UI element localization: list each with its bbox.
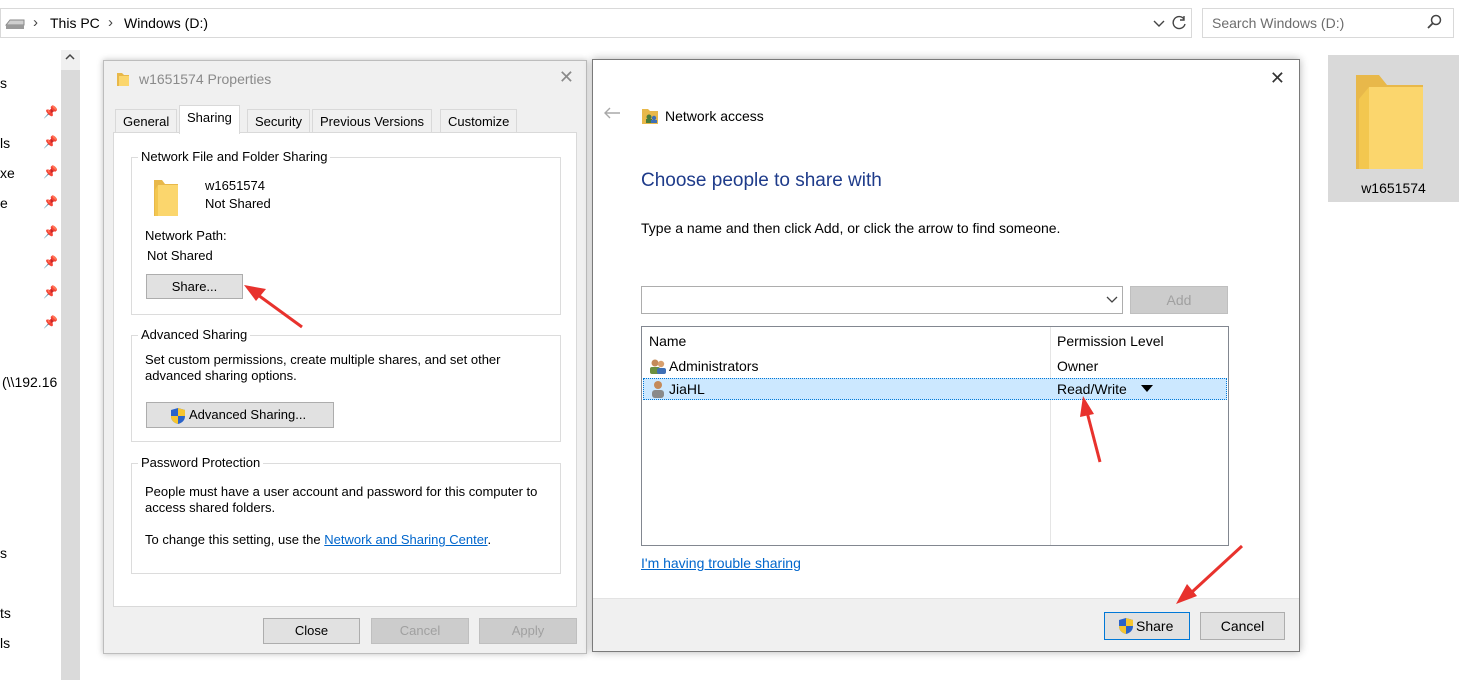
network-path-value: Not Shared (147, 248, 213, 263)
folder-name: w1651574 (205, 178, 265, 193)
breadcrumb-chevron-icon[interactable]: › (108, 8, 113, 38)
change-setting-prefix: To change this setting, use the (145, 532, 325, 547)
tab-sharing[interactable]: Sharing (179, 105, 240, 134)
folder-tile[interactable]: w1651574 (1328, 55, 1459, 202)
permissions-list[interactable]: Name Permission Level Administrators Own… (641, 326, 1229, 546)
tab-previous-versions[interactable]: Previous Versions (312, 109, 433, 133)
folder-icon (1356, 75, 1423, 169)
scroll-up-icon[interactable] (63, 51, 77, 66)
search-icon (1427, 14, 1443, 33)
drive-icon (4, 16, 26, 33)
network-path-label: Network Path: (145, 228, 227, 243)
permission-level[interactable]: Read/Write (1057, 381, 1127, 397)
dialog-title: w1651574 Properties (139, 71, 272, 87)
cancel-button[interactable]: Cancel (1200, 612, 1285, 640)
password-protection-description: People must have a user account and pass… (145, 484, 538, 515)
dialog-title: Network access (665, 108, 764, 124)
group-label: Password Protection (138, 455, 264, 470)
column-header-permission[interactable]: Permission Level (1057, 333, 1164, 349)
tab-security[interactable]: Security (247, 109, 310, 133)
chevron-down-icon[interactable] (1106, 295, 1118, 305)
nav-item[interactable]: s (0, 545, 7, 561)
nav-item[interactable]: e (0, 195, 8, 211)
permission-level: Owner (1057, 358, 1099, 374)
pin-icon: 📌 (43, 195, 58, 209)
pin-icon: 📌 (43, 135, 58, 149)
pin-icon: 📌 (43, 165, 58, 179)
change-setting-text: To change this setting, use the Network … (145, 532, 491, 547)
nav-item[interactable]: ts (0, 605, 11, 621)
user-icon (652, 381, 664, 398)
folder-icon (117, 73, 129, 86)
column-header-name[interactable]: Name (649, 333, 686, 349)
folder-tile-label: w1651574 (1361, 180, 1426, 196)
list-item-selected[interactable]: JiaHL Read/Write (643, 378, 1227, 400)
advanced-sharing-group: Advanced Sharing Set custom permissions,… (131, 327, 561, 442)
refresh-icon[interactable] (1172, 15, 1188, 34)
network-share-icon (642, 109, 658, 124)
permission-dropdown-icon[interactable] (1141, 385, 1153, 393)
apply-button: Apply (479, 618, 577, 644)
dialog-footer (593, 598, 1299, 651)
tab-customize[interactable]: Customize (440, 109, 518, 133)
close-button[interactable]: Close (263, 618, 360, 644)
share-button[interactable]: Share... (146, 274, 243, 299)
add-button: Add (1130, 286, 1228, 314)
back-arrow-icon[interactable] (603, 106, 621, 123)
user-group-icon (650, 359, 666, 374)
nav-item[interactable]: ls (0, 135, 10, 151)
advanced-sharing-button[interactable]: Advanced Sharing... (146, 402, 334, 428)
nav-item[interactable]: s (0, 75, 7, 91)
pin-icon: 📌 (43, 105, 58, 119)
nav-item[interactable]: ls (0, 635, 10, 651)
trouble-sharing-link[interactable]: I'm having trouble sharing (641, 555, 801, 571)
pin-icon: 📌 (43, 285, 58, 299)
breadcrumb-drive[interactable]: Windows (D:) (124, 8, 208, 38)
user-name: JiaHL (669, 381, 705, 397)
user-name: Administrators (669, 358, 759, 374)
sharing-tab-panel: Network File and Folder Sharing w1651574… (113, 132, 577, 607)
search-placeholder: Search Windows (D:) (1212, 15, 1345, 31)
instruction-text: Type a name and then click Add, or click… (641, 220, 1061, 236)
list-item[interactable]: Administrators Owner (643, 355, 1227, 377)
folder-icon (154, 180, 178, 216)
network-sharing-group: Network File and Folder Sharing w1651574… (131, 149, 561, 315)
nav-item[interactable]: (\\192.16 (2, 374, 57, 390)
people-combo-input[interactable] (641, 286, 1123, 314)
pin-icon: 📌 (43, 225, 58, 239)
tab-general[interactable]: General (115, 109, 178, 133)
advanced-sharing-description: Set custom permissions, create multiple … (145, 352, 501, 383)
uac-shield-icon (1119, 618, 1133, 634)
search-input[interactable]: Search Windows (D:) (1202, 8, 1454, 38)
close-icon[interactable]: ✕ (559, 67, 574, 88)
network-access-dialog: ✕ Network access Choose people to share … (592, 59, 1300, 652)
share-confirm-label: Share (1136, 618, 1174, 634)
pin-icon: 📌 (43, 315, 58, 329)
nav-item[interactable]: xe (0, 165, 15, 181)
breadcrumb-chevron-icon[interactable]: › (33, 8, 38, 38)
scrollbar-thumb[interactable] (61, 70, 80, 680)
share-status: Not Shared (205, 196, 271, 211)
share-confirm-button[interactable]: Share (1104, 612, 1190, 640)
change-setting-suffix: . (487, 532, 492, 547)
network-sharing-center-link[interactable]: Network and Sharing Center (324, 532, 487, 547)
history-dropdown-icon[interactable] (1152, 16, 1166, 33)
uac-shield-icon (171, 408, 185, 424)
advanced-sharing-button-label: Advanced Sharing... (189, 407, 307, 422)
properties-dialog: w1651574 Properties ✕ General Sharing Se… (103, 60, 587, 654)
close-icon[interactable]: ✕ (1270, 68, 1285, 89)
breadcrumb-this-pc[interactable]: This PC (50, 8, 100, 38)
pin-icon: 📌 (43, 255, 58, 269)
cancel-button: Cancel (371, 618, 469, 644)
group-label: Network File and Folder Sharing (138, 149, 331, 164)
password-protection-group: Password Protection People must have a u… (131, 455, 561, 574)
navigation-scrollbar[interactable] (61, 50, 80, 680)
group-label: Advanced Sharing (138, 327, 251, 342)
dialog-heading: Choose people to share with (641, 170, 882, 191)
